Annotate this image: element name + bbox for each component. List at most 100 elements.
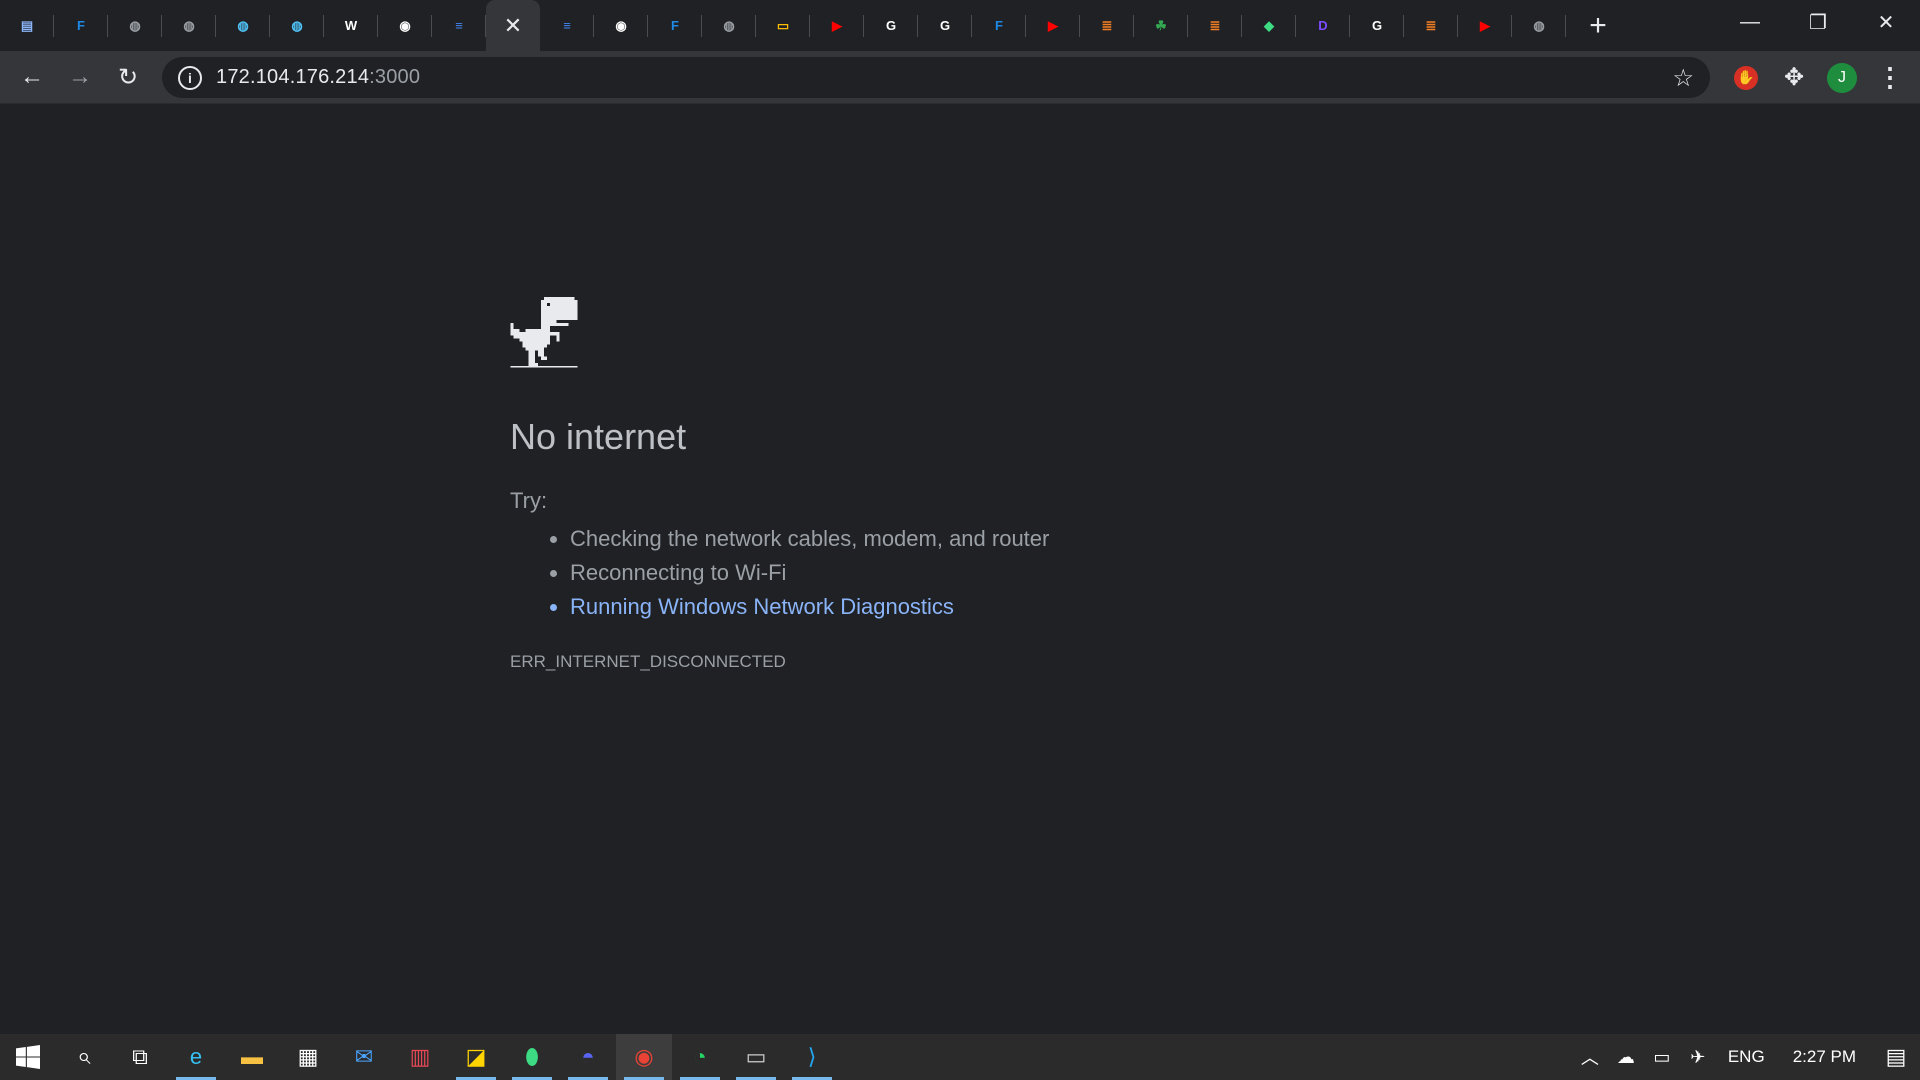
blue-globe-icon: ◍ (237, 17, 249, 33)
try-label: Try: (510, 488, 548, 513)
tab[interactable]: ≣ (1404, 0, 1458, 51)
airplane-mode-icon[interactable]: ✈ (1680, 1034, 1716, 1080)
tab[interactable]: ▶ (1458, 0, 1512, 51)
minimize-button[interactable]: — (1716, 0, 1784, 44)
mail-icon: ✉ (354, 1044, 374, 1069)
google-icon: G (939, 18, 951, 33)
discord-icon: ◓ (581, 1044, 595, 1069)
google-icon: G (885, 18, 897, 33)
search-icon: ⌕ (77, 1043, 91, 1070)
close-icon[interactable]: ✕ (504, 14, 522, 37)
site-info-icon[interactable]: i (178, 65, 202, 90)
tab[interactable]: ◉ (378, 0, 432, 51)
error-code: ERR_INTERNET_DISCONNECTED (510, 652, 786, 671)
youtube-icon: ▶ (1480, 17, 1490, 33)
tab[interactable]: G (1350, 0, 1404, 51)
clock[interactable]: 2:27 PM (1777, 1047, 1872, 1067)
tab[interactable]: ◍ (108, 0, 162, 51)
tab[interactable]: F (972, 0, 1026, 51)
show-hidden-icons-button[interactable]: ︿ (1572, 1034, 1608, 1080)
new-tab-button[interactable]: + (1576, 4, 1620, 48)
taskbar-app-mail[interactable]: ✉ (336, 1034, 392, 1080)
microsoft-store-icon: ▦ (297, 1044, 319, 1069)
youtube-icon: ▶ (1048, 17, 1058, 33)
stop-hand-icon: ✋ (1734, 65, 1758, 90)
tab[interactable]: F (648, 0, 702, 51)
tab[interactable]: ◍ (702, 0, 756, 51)
back-button[interactable]: ← (8, 57, 56, 97)
tab[interactable]: G (864, 0, 918, 51)
suggestion-check-cables: Checking the network cables, modem, and … (570, 522, 1410, 556)
onedrive-icon[interactable]: ☁ (1608, 1034, 1644, 1080)
tab[interactable]: ▶ (1026, 0, 1080, 51)
forward-button[interactable]: → (56, 57, 104, 97)
terminal-icon: ▭ (745, 1044, 767, 1069)
tab[interactable]: G (918, 0, 972, 51)
tab[interactable]: ◉ (594, 0, 648, 51)
task-view-button[interactable]: ⧉ (112, 1034, 168, 1080)
tab[interactable]: ◍ (1512, 0, 1566, 51)
address-bar[interactable]: i 172.104.176.214:3000 ☆ (162, 57, 1710, 98)
taskbar-apps: e ▬ ▦ ✉ ▥ ◪ ⬮ ◓ ◉ ◔ ▭ ⟩ (168, 1034, 840, 1080)
google-docs-icon: ≡ (563, 18, 571, 33)
extension-button[interactable]: ✋ (1722, 54, 1770, 102)
battery-icon[interactable]: ▭ (1644, 1034, 1680, 1080)
network-diagnostics-link[interactable]: Running Windows Network Diagnostics (570, 590, 1410, 624)
bookmark-star-icon[interactable]: ☆ (1672, 64, 1694, 93)
taskbar-app-pin-app[interactable]: ⬮ (504, 1034, 560, 1080)
task-view-icon: ⧉ (132, 1044, 148, 1069)
taskbar-app-gift-app[interactable]: ▥ (392, 1034, 448, 1080)
tab[interactable]: ◍ (216, 0, 270, 51)
youtube-icon: ▶ (832, 17, 842, 33)
reload-icon: ↻ (117, 63, 139, 91)
pin-app-icon: ⬮ (525, 1044, 539, 1069)
system-tray: ︿ ☁ ▭ ✈ ENG 2:27 PM ▤ (1572, 1034, 1920, 1080)
taskbar-app-sticky-notes[interactable]: ◪ (448, 1034, 504, 1080)
taskbar-app-file-explorer[interactable]: ▬ (224, 1034, 280, 1080)
tab[interactable]: ◍ (162, 0, 216, 51)
close-window-button[interactable]: ✕ (1852, 0, 1920, 44)
tab[interactable]: ▭ (756, 0, 810, 51)
taskbar-app-discord[interactable]: ◓ (560, 1034, 616, 1080)
menu-button[interactable]: ⋮ (1866, 54, 1914, 102)
error-container: No internet Try: Checking the network ca… (510, 297, 1410, 672)
tab[interactable]: ≡ (540, 0, 594, 51)
tab[interactable]: W (324, 0, 378, 51)
notification-center-button[interactable]: ▤ (1872, 1034, 1920, 1080)
taskbar-app-microsoft-store[interactable]: ▦ (280, 1034, 336, 1080)
search-button[interactable]: ⌕ (56, 1034, 112, 1080)
tab[interactable]: F (54, 0, 108, 51)
start-button[interactable] (0, 1034, 56, 1080)
globe-icon: ◍ (1533, 17, 1545, 33)
stack-overflow-icon: ≣ (1209, 17, 1221, 33)
tab[interactable]: ☘ (1134, 0, 1188, 51)
restore-button[interactable]: ❐ (1784, 0, 1852, 44)
tab[interactable]: D (1296, 0, 1350, 51)
tab-active[interactable]: ✕ (486, 0, 540, 51)
taskbar-app-terminal[interactable]: ▭ (728, 1034, 784, 1080)
taskbar-app-vscode[interactable]: ⟩ (784, 1034, 840, 1080)
taskbar-app-whatsapp[interactable]: ◔ (672, 1034, 728, 1080)
url-text[interactable]: 172.104.176.214:3000 (216, 66, 420, 89)
taskbar-app-chrome[interactable]: ◉ (616, 1034, 672, 1080)
google-slides-icon: ▭ (776, 17, 790, 33)
reload-button[interactable]: ↻ (104, 57, 152, 97)
language-indicator[interactable]: ENG (1716, 1047, 1777, 1067)
page-content: No internet Try: Checking the network ca… (0, 104, 1920, 1034)
globe-icon: ◍ (129, 17, 141, 33)
file-explorer-icon: ▬ (241, 1044, 263, 1069)
purple-d-icon: D (1318, 18, 1328, 33)
tab[interactable]: ≡ (432, 0, 486, 51)
tab[interactable]: ◆ (1242, 0, 1296, 51)
suggestion-reconnect-wifi: Reconnecting to Wi-Fi (570, 556, 1410, 590)
taskbar-app-edge[interactable]: e (168, 1034, 224, 1080)
extensions-menu-button[interactable]: ✥ (1770, 54, 1818, 102)
tab[interactable]: ≣ (1080, 0, 1134, 51)
dinosaur-icon[interactable] (510, 297, 578, 369)
tab[interactable]: ▶ (810, 0, 864, 51)
tab[interactable]: ≣ (1188, 0, 1242, 51)
url-host: 172.104.176.214 (216, 66, 370, 88)
tab[interactable]: ▤ (0, 0, 54, 51)
profile-button[interactable]: J (1818, 54, 1866, 102)
tab[interactable]: ◍ (270, 0, 324, 51)
